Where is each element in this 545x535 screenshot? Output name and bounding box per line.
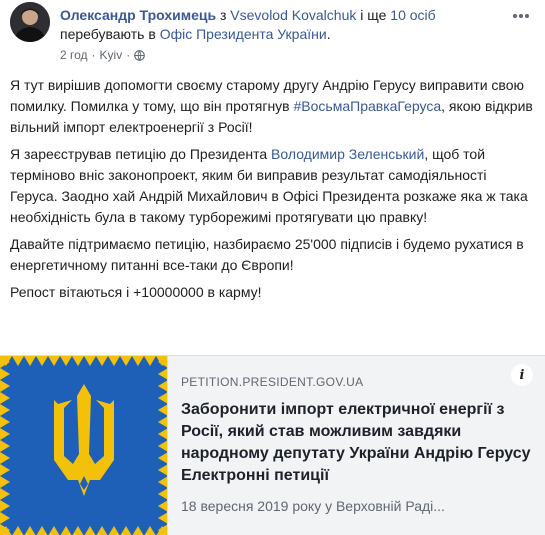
post-header: Олександр Трохимець з Vsevolod Kovalchuk… — [60, 6, 490, 44]
post-timestamp-link[interactable]: 2 год — [60, 48, 88, 62]
link-preview-card[interactable]: PETITION.PRESIDENT.GOV.UA Заборонити імп… — [0, 355, 545, 535]
more-options-icon[interactable] — [511, 8, 531, 24]
presidential-flag-image[interactable] — [0, 356, 168, 535]
header-and-text: і ще — [356, 7, 391, 23]
post-body: Я тут вирішив допомогти своєму старому д… — [10, 75, 535, 309]
post-paragraph-1: Я тут вирішив допомогти своєму старому д… — [10, 75, 535, 138]
globe-icon[interactable] — [134, 49, 146, 61]
post-meta: 2 год · Kyiv · — [60, 48, 146, 62]
post-place[interactable]: Kyiv — [100, 48, 123, 62]
author-avatar[interactable] — [10, 2, 50, 42]
post-paragraph-3: Давайте підтримаємо петицію, назбираємо … — [10, 236, 524, 273]
meta-separator-2: · — [126, 48, 131, 62]
post-paragraph-2: Я зареєстрував петицію до Президента Вол… — [10, 144, 535, 228]
trident-emblem-icon — [0, 356, 167, 535]
header-with-text: з — [216, 7, 231, 23]
location-link[interactable]: Офіс Президента України — [160, 26, 327, 42]
card-text[interactable]: PETITION.PRESIDENT.GOV.UA Заборонити імп… — [181, 374, 531, 515]
author-name-link[interactable]: Олександр Трохимець — [60, 7, 216, 23]
post-paragraph-4: Репост вітаються і +10000000 в карму! — [10, 284, 262, 300]
header-end: . — [326, 26, 331, 42]
mention-link[interactable]: Володимир Зеленський — [271, 146, 424, 162]
hashtag-link[interactable]: #ВосьмаПравкаГеруса — [294, 98, 442, 114]
tagged-person-link[interactable]: Vsevolod Kovalchuk — [230, 7, 356, 23]
card-domain: PETITION.PRESIDENT.GOV.UA — [181, 375, 364, 389]
paragraph-2-text-a: Я зареєстрував петицію до Президента — [10, 146, 272, 162]
card-description: 18 вересня 2019 року у Верховній Раді... — [181, 498, 445, 514]
header-location-prefix: перебувають в — [60, 26, 160, 42]
meta-separator: · — [91, 48, 96, 62]
card-title[interactable]: Заборонити імпорт електричної енергії з … — [181, 399, 531, 487]
others-count-link[interactable]: 10 осіб — [390, 7, 435, 23]
info-icon[interactable]: i — [511, 364, 533, 386]
facebook-post: Олександр Трохимець з Vsevolod Kovalchuk… — [0, 0, 545, 535]
avatar-photo — [10, 2, 50, 42]
